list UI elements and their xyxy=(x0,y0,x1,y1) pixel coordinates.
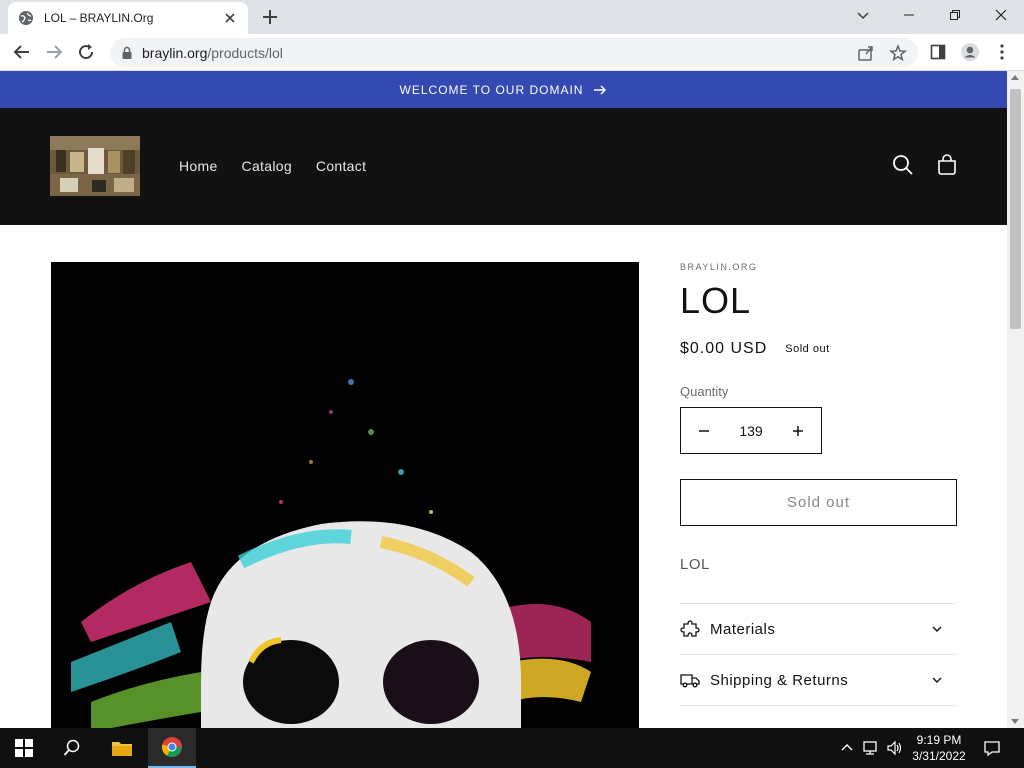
scroll-down-arrow-icon[interactable] xyxy=(1011,719,1019,724)
nav-catalog[interactable]: Catalog xyxy=(242,158,292,174)
minimize-icon xyxy=(904,14,914,16)
arrow-right-icon xyxy=(47,45,63,59)
product-vendor: BRAYLIN.ORG xyxy=(680,262,758,272)
folder-icon xyxy=(112,742,132,756)
taskbar-clock[interactable]: 9:19 PM 3/31/2022 xyxy=(908,732,970,764)
page-scrollbar[interactable] xyxy=(1007,71,1024,728)
site-header: Home Catalog Contact xyxy=(0,108,1007,225)
announcement-bar[interactable]: WELCOME TO OUR DOMAIN xyxy=(0,71,1007,108)
side-panel-button[interactable] xyxy=(928,42,948,62)
product-info: BRAYLIN.ORG LOL $0.00 USD Sold out Quant… xyxy=(680,262,957,706)
accordion-label: Materials xyxy=(710,620,776,638)
new-tab-icon[interactable] xyxy=(260,7,280,27)
tab-search-button[interactable] xyxy=(840,0,886,30)
forward-button[interactable] xyxy=(44,42,64,62)
chrome-icon xyxy=(161,737,182,757)
announcement-text: WELCOME TO OUR DOMAIN xyxy=(399,82,584,97)
browser-menu-button[interactable] xyxy=(992,42,1012,62)
avatar-icon xyxy=(961,43,979,61)
quantity-stepper: 139 xyxy=(680,407,822,454)
windows-logo-icon xyxy=(15,739,33,757)
network-icon[interactable] xyxy=(862,739,880,757)
kebab-menu-icon xyxy=(1000,44,1004,60)
minimize-button[interactable] xyxy=(886,0,932,30)
quantity-label: Quantity xyxy=(680,384,729,399)
start-button[interactable] xyxy=(0,728,48,768)
chevron-down-icon xyxy=(932,677,942,683)
reload-icon xyxy=(79,44,94,60)
cart-icon[interactable] xyxy=(935,153,959,177)
tab-title: LOL – BRAYLIN.Org xyxy=(44,11,154,25)
restore-button[interactable] xyxy=(932,0,978,30)
volume-icon[interactable] xyxy=(886,739,904,757)
arrow-left-icon xyxy=(13,45,29,59)
profile-button[interactable] xyxy=(960,42,980,62)
bookmark-star-icon[interactable] xyxy=(889,44,907,62)
puzzle-icon xyxy=(680,620,700,637)
restore-icon xyxy=(950,10,960,20)
nav-home[interactable]: Home xyxy=(179,158,218,174)
skull-artwork-image xyxy=(51,262,639,728)
sold-out-badge: Sold out xyxy=(785,343,830,355)
url-host: braylin.org xyxy=(142,44,208,61)
store-logo[interactable] xyxy=(50,136,140,196)
show-hidden-icons-icon[interactable] xyxy=(838,739,856,757)
windows-taskbar: 9:19 PM 3/31/2022 xyxy=(0,728,1024,768)
file-explorer-button[interactable] xyxy=(98,728,146,768)
chevron-down-icon xyxy=(932,626,942,632)
close-tab-icon[interactable] xyxy=(222,10,238,26)
browser-tab[interactable]: LOL – BRAYLIN.Org xyxy=(8,2,248,34)
reload-button[interactable] xyxy=(76,42,96,62)
sold-out-button[interactable]: Sold out xyxy=(680,479,957,526)
share-icon[interactable] xyxy=(857,44,875,62)
accordion-shipping-returns[interactable]: Shipping & Returns xyxy=(680,655,957,706)
product-price: $0.00 USD xyxy=(680,340,768,357)
close-icon xyxy=(995,9,1007,21)
globe-icon xyxy=(19,11,33,25)
scroll-up-arrow-icon[interactable] xyxy=(1011,75,1019,80)
increase-quantity-button[interactable] xyxy=(791,424,805,438)
close-window-button[interactable] xyxy=(978,0,1024,30)
clock-date: 3/31/2022 xyxy=(912,749,966,763)
page-viewport: WELCOME TO OUR DOMAIN Home Catalog Conta… xyxy=(0,71,1007,728)
product-accordion: Materials Shipping & Returns xyxy=(680,603,957,706)
product-title: LOL xyxy=(680,280,752,321)
taskbar-search-button[interactable] xyxy=(48,728,96,768)
accordion-label: Shipping & Returns xyxy=(710,671,849,689)
quantity-input[interactable]: 139 xyxy=(739,423,762,439)
search-icon xyxy=(63,739,80,756)
main-navigation: Home Catalog Contact xyxy=(179,158,366,174)
nav-contact[interactable]: Contact xyxy=(316,158,366,174)
price-row: $0.00 USD Sold out xyxy=(680,340,957,358)
product-description: LOL xyxy=(680,556,710,573)
side-panel-icon xyxy=(930,44,946,60)
decrease-quantity-button[interactable] xyxy=(697,424,711,438)
browser-toolbar: braylin.org/products/lol xyxy=(0,34,1024,71)
back-button[interactable] xyxy=(12,42,32,62)
clock-time: 9:19 PM xyxy=(916,733,962,747)
chevron-down-icon xyxy=(857,12,869,20)
chrome-taskbar-button[interactable] xyxy=(148,728,196,768)
product-image[interactable] xyxy=(51,262,639,728)
search-icon[interactable] xyxy=(891,153,915,177)
address-bar[interactable]: braylin.org/products/lol xyxy=(110,38,918,67)
truck-icon xyxy=(680,674,700,688)
url-path: /products/lol xyxy=(207,44,283,61)
browser-tab-bar: LOL – BRAYLIN.Org xyxy=(0,0,1024,34)
accordion-materials[interactable]: Materials xyxy=(680,604,957,655)
notifications-icon[interactable] xyxy=(983,739,1001,757)
lock-icon xyxy=(122,46,132,59)
arrow-right-icon xyxy=(594,84,607,95)
store-logo-image xyxy=(50,136,140,196)
scrollbar-thumb[interactable] xyxy=(1010,89,1021,329)
